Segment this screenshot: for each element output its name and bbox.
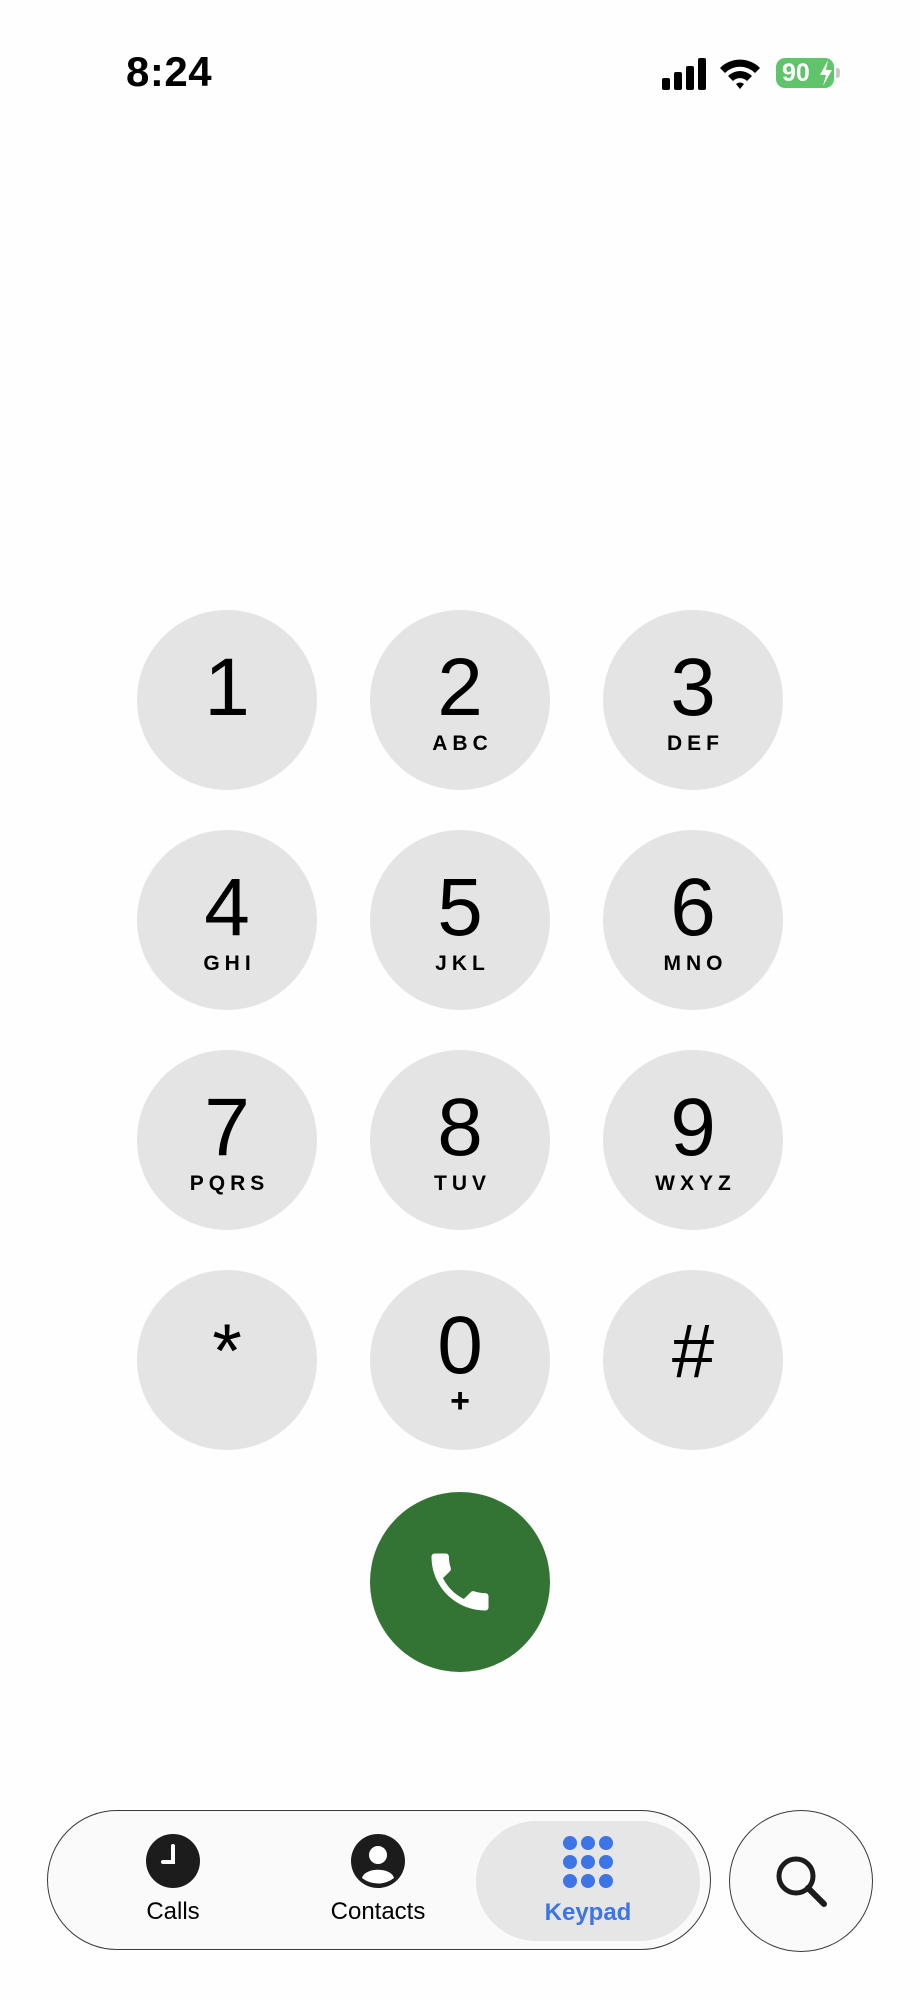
key-4[interactable]: 4 GHI <box>137 830 317 1010</box>
key-8[interactable]: 8 TUV <box>370 1050 550 1230</box>
key-letters: MNO <box>663 952 728 975</box>
key-0[interactable]: 0 + <box>370 1270 550 1450</box>
battery-cap <box>836 68 840 78</box>
person-icon <box>351 1834 405 1888</box>
key-digit: * <box>212 1309 242 1394</box>
key-digit: 2 <box>437 642 483 733</box>
key-digit: 3 <box>670 642 716 733</box>
key-letters <box>225 1394 230 1418</box>
key-1[interactable]: 1 <box>137 610 317 790</box>
key-letters: ABC <box>432 732 493 755</box>
key-hash[interactable]: # <box>603 1270 783 1450</box>
tab-label: Contacts <box>330 1898 426 1925</box>
call-button[interactable] <box>370 1492 550 1672</box>
search-icon <box>776 1856 827 1907</box>
key-digit: 9 <box>670 1082 716 1173</box>
key-3[interactable]: 3 DEF <box>603 610 783 790</box>
key-letters: JKL <box>435 952 490 975</box>
status-time: 8:24 <box>126 48 213 95</box>
key-digit: 1 <box>204 642 250 733</box>
tab-contacts[interactable]: Contacts <box>288 1811 468 1949</box>
key-digit: 5 <box>437 862 483 953</box>
battery-level: 90 <box>782 59 810 87</box>
tab-bar: Calls Contacts Keypad <box>47 1810 711 1950</box>
key-2[interactable]: 2 ABC <box>370 610 550 790</box>
cellular-signal-icon <box>658 56 706 90</box>
tab-label: Calls <box>146 1898 200 1925</box>
tab-keypad[interactable]: Keypad <box>476 1821 700 1941</box>
key-digit: 6 <box>670 862 716 953</box>
key-letters <box>691 1394 696 1418</box>
key-5[interactable]: 5 JKL <box>370 830 550 1010</box>
key-digit: 7 <box>204 1082 250 1173</box>
key-6[interactable]: 6 MNO <box>603 830 783 1010</box>
tab-calls[interactable]: Calls <box>88 1811 258 1949</box>
key-letters: WXYZ <box>655 1172 736 1195</box>
wifi-icon <box>720 59 760 89</box>
key-letters: + <box>450 1382 470 1420</box>
keypad-grid-icon <box>563 1836 613 1888</box>
charging-bolt-icon <box>820 60 832 86</box>
key-digit: 0 <box>437 1300 483 1391</box>
key-letters: DEF <box>667 732 724 755</box>
key-digit: # <box>671 1309 715 1394</box>
phone-icon <box>431 1553 489 1611</box>
key-letters <box>225 732 230 756</box>
key-letters: PQRS <box>189 1172 270 1195</box>
key-letters: TUV <box>434 1172 491 1195</box>
search-button[interactable] <box>729 1810 873 1952</box>
clock-icon <box>146 1834 200 1888</box>
key-9[interactable]: 9 WXYZ <box>603 1050 783 1230</box>
key-digit: 8 <box>437 1082 483 1173</box>
key-star[interactable]: * <box>137 1270 317 1450</box>
tab-label: Keypad <box>544 1899 632 1926</box>
key-7[interactable]: 7 PQRS <box>137 1050 317 1230</box>
key-letters: GHI <box>203 952 256 975</box>
key-digit: 4 <box>204 862 250 953</box>
